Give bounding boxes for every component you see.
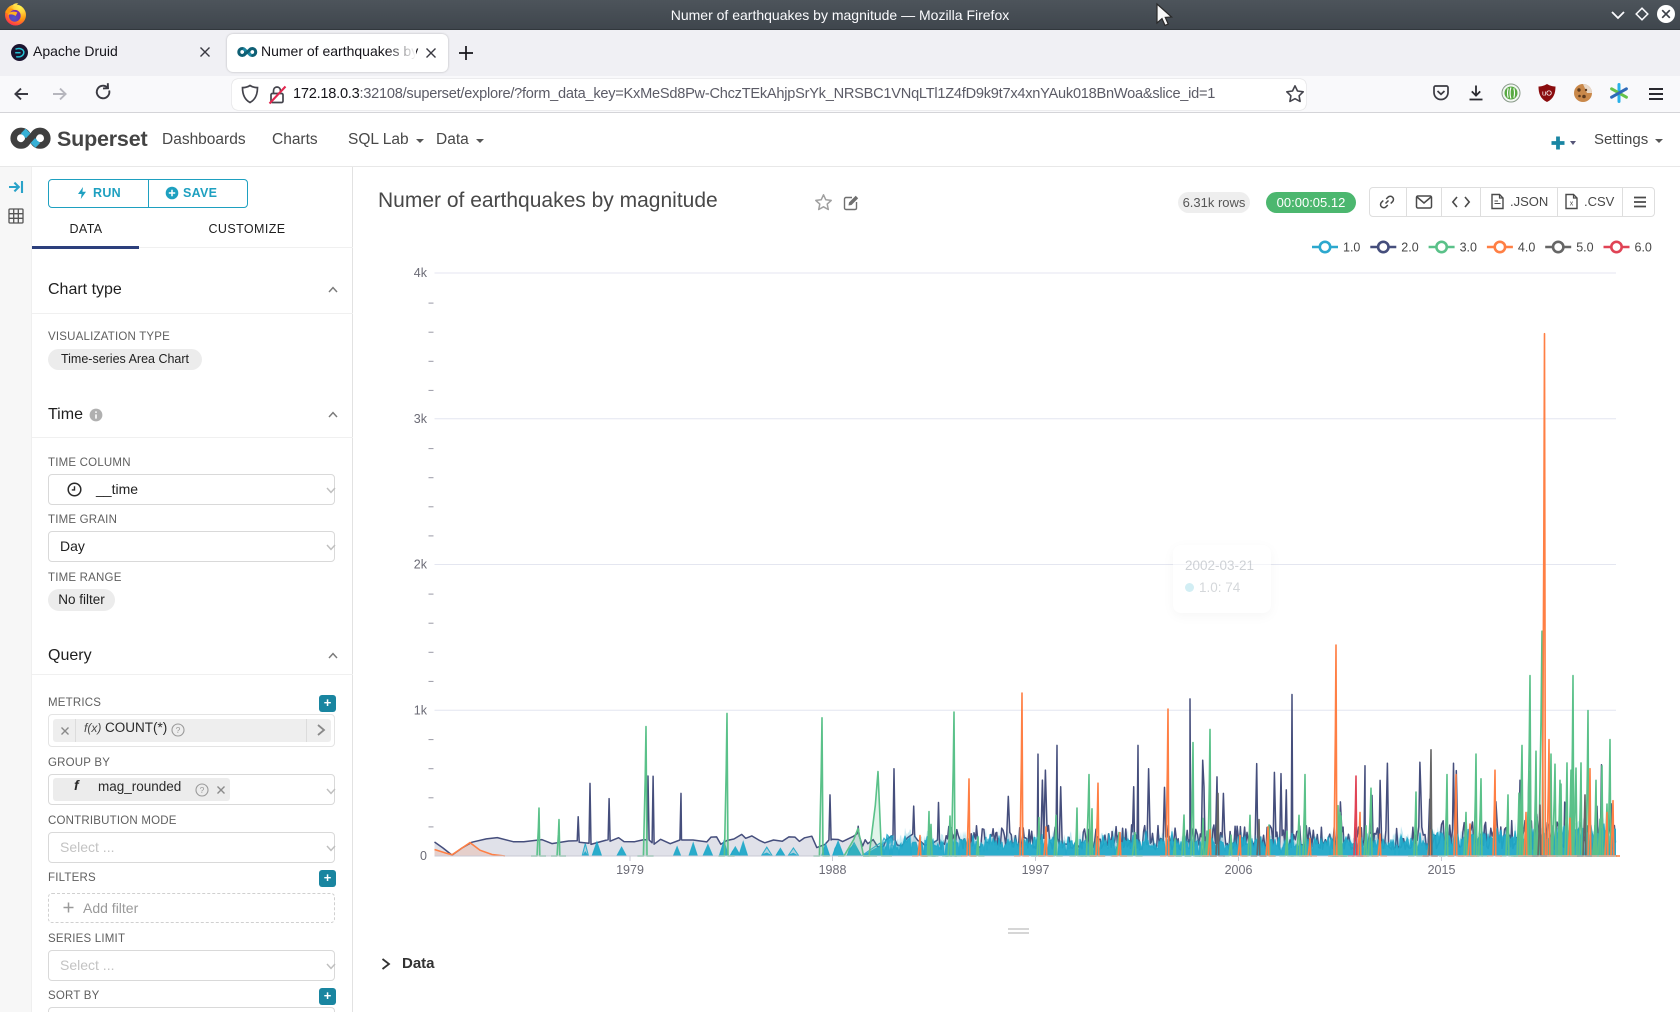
svg-text:2006: 2006 xyxy=(1225,863,1253,877)
svg-text:3.0: 3.0 xyxy=(1460,241,1477,255)
svg-text:2.0: 2.0 xyxy=(1401,241,1418,255)
svg-text:1979: 1979 xyxy=(616,863,644,877)
svg-text:1997: 1997 xyxy=(1022,863,1050,877)
svg-text:4.0: 4.0 xyxy=(1518,241,1535,255)
svg-text:0: 0 xyxy=(420,849,427,863)
svg-text:6.0: 6.0 xyxy=(1635,241,1652,255)
svg-text:4k: 4k xyxy=(414,266,428,280)
svg-text:5.0: 5.0 xyxy=(1576,241,1593,255)
svg-text:3k: 3k xyxy=(414,412,428,426)
svg-text:uO: uO xyxy=(1542,89,1552,98)
svg-text:2015: 2015 xyxy=(1428,863,1456,877)
svg-text:1.0: 1.0 xyxy=(1343,241,1360,255)
svg-text:1k: 1k xyxy=(414,704,428,718)
svg-text:?: ? xyxy=(200,785,205,795)
svg-text:x: x xyxy=(1570,201,1574,208)
svg-text:?: ? xyxy=(176,725,181,735)
svg-text:2k: 2k xyxy=(414,558,428,572)
svg-text:1988: 1988 xyxy=(819,863,847,877)
